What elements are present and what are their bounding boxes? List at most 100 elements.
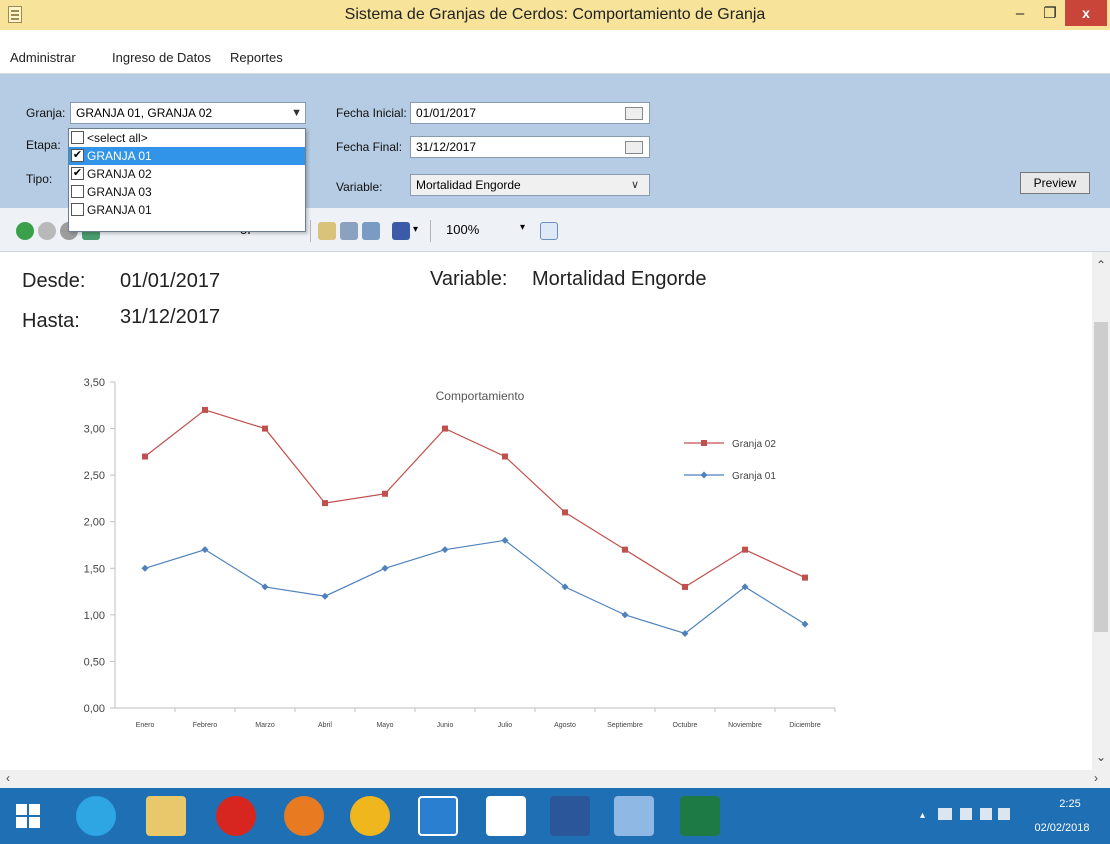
minimize-button[interactable]: –: [1005, 4, 1035, 26]
dropdown-option[interactable]: ✔ GRANJA 01: [69, 147, 305, 165]
clock-date[interactable]: 02/02/2018: [1022, 822, 1102, 834]
file-explorer-icon[interactable]: [146, 796, 186, 836]
data-point: [442, 425, 448, 432]
series-line: [144, 409, 806, 588]
layout-icon[interactable]: [318, 222, 336, 240]
fecha-inicial-value: 01/01/2017: [416, 106, 477, 120]
data-point: [141, 564, 149, 572]
window-app-icon[interactable]: [418, 796, 458, 836]
x-tick-label: Mayo: [376, 722, 393, 729]
dropdown-option[interactable]: ✔ GRANJA 02: [69, 165, 305, 183]
volume-icon[interactable]: [960, 808, 972, 820]
checkbox[interactable]: [71, 185, 84, 198]
checkbox[interactable]: [71, 131, 84, 144]
chevron-down-icon[interactable]: ▾: [520, 222, 525, 233]
chrome-icon[interactable]: [350, 796, 390, 836]
menu-administrar[interactable]: Administrar: [10, 50, 76, 65]
close-button[interactable]: x: [1065, 0, 1107, 26]
scroll-right-icon[interactable]: ›: [1094, 771, 1098, 785]
clock-time[interactable]: 2:25: [1040, 798, 1100, 810]
data-point: [562, 509, 568, 516]
opera-icon[interactable]: [216, 796, 256, 836]
checkbox[interactable]: [71, 203, 84, 216]
fecha-final-field[interactable]: 31/12/2017: [410, 136, 650, 158]
data-point: [622, 546, 628, 553]
data-point: [802, 574, 808, 581]
x-tick-label: Enero: [136, 722, 155, 729]
dropbox-icon[interactable]: [486, 796, 526, 836]
x-tick-label: Abril: [318, 722, 332, 729]
legend-marker: [700, 471, 708, 479]
dropdown-option[interactable]: <select all>: [69, 129, 305, 147]
granja-dropdown-list: <select all> ✔ GRANJA 01 ✔ GRANJA 02 GRA…: [68, 128, 306, 232]
fecha-inicial-field[interactable]: 01/01/2017: [410, 102, 650, 124]
dropdown-option[interactable]: GRANJA 03: [69, 183, 305, 201]
active-app-icon[interactable]: [614, 796, 654, 836]
vertical-scroll-thumb[interactable]: [1094, 322, 1108, 632]
option-label: GRANJA 02: [87, 167, 152, 181]
menu-reportes[interactable]: Reportes: [230, 50, 283, 65]
firefox-icon[interactable]: [284, 796, 324, 836]
chevron-down-icon[interactable]: ▾: [413, 224, 418, 235]
scroll-up-icon[interactable]: ⌃: [1096, 258, 1106, 272]
page-setup-icon[interactable]: [340, 222, 358, 240]
data-point: [201, 546, 209, 554]
scroll-down-icon[interactable]: ⌄: [1096, 750, 1106, 764]
variable-label: Variable:: [336, 180, 383, 194]
data-point: [202, 406, 208, 413]
option-label: GRANJA 01: [87, 149, 152, 163]
internet-explorer-icon[interactable]: [76, 796, 116, 836]
forward-icon[interactable]: [38, 222, 56, 240]
menu-ingreso-de-datos[interactable]: Ingreso de Datos: [112, 50, 211, 65]
preview-button[interactable]: Preview: [1020, 172, 1090, 194]
notification-icon[interactable]: [998, 808, 1010, 820]
granja-label: Granja:: [26, 106, 66, 120]
tray-chevron-up-icon[interactable]: ▴: [920, 810, 925, 821]
x-tick-label: Noviembre: [728, 722, 762, 729]
data-point: [742, 546, 748, 553]
horizontal-scrollbar[interactable]: ‹ ›: [0, 770, 1110, 788]
data-point: [142, 453, 148, 460]
dropdown-option[interactable]: GRANJA 01: [69, 201, 305, 219]
save-icon[interactable]: [392, 222, 410, 240]
print-icon[interactable]: [362, 222, 380, 240]
granja-select-value: GRANJA 01, GRANJA 02: [76, 106, 213, 120]
data-point: [262, 425, 268, 432]
data-point: [801, 620, 809, 628]
word-icon[interactable]: [550, 796, 590, 836]
power-icon[interactable]: [980, 808, 992, 820]
find-icon[interactable]: [540, 222, 558, 240]
granja-select[interactable]: GRANJA 01, GRANJA 02 ▼: [70, 102, 306, 124]
maximize-button[interactable]: ❐: [1035, 4, 1065, 26]
data-point: [682, 583, 688, 590]
y-tick-label: 1,00: [84, 610, 105, 622]
calendar-icon[interactable]: [625, 107, 643, 120]
toolbar-separator: [430, 220, 431, 242]
back-icon[interactable]: [16, 222, 34, 240]
network-icon[interactable]: [938, 808, 952, 820]
data-point: [322, 500, 328, 507]
chevron-down-icon[interactable]: ▼: [291, 103, 302, 123]
calendar-icon[interactable]: [625, 141, 643, 154]
variable-select[interactable]: Mortalidad Engorde ∨: [410, 174, 650, 196]
checkbox[interactable]: ✔: [71, 149, 84, 162]
chart-title: Comportamiento: [436, 389, 525, 403]
etapa-label: Etapa:: [26, 138, 61, 152]
tipo-label: Tipo:: [26, 172, 53, 186]
y-tick-label: 1,50: [84, 563, 105, 575]
y-tick-label: 3,00: [84, 424, 105, 436]
data-point: [321, 592, 329, 600]
data-point: [621, 611, 629, 619]
x-tick-label: Marzo: [255, 722, 275, 729]
option-label: GRANJA 01: [87, 203, 152, 217]
excel-icon[interactable]: [680, 796, 720, 836]
zoom-level[interactable]: 100%: [446, 222, 479, 237]
series-line: [144, 539, 806, 635]
scroll-left-icon[interactable]: ‹: [6, 771, 10, 785]
fecha-final-label: Fecha Final:: [336, 140, 403, 154]
chevron-down-icon[interactable]: ∨: [631, 175, 639, 195]
windows-start-icon[interactable]: [16, 804, 40, 828]
taskbar: ▴: [0, 788, 1110, 844]
data-point: [381, 564, 389, 572]
checkbox[interactable]: ✔: [71, 167, 84, 180]
